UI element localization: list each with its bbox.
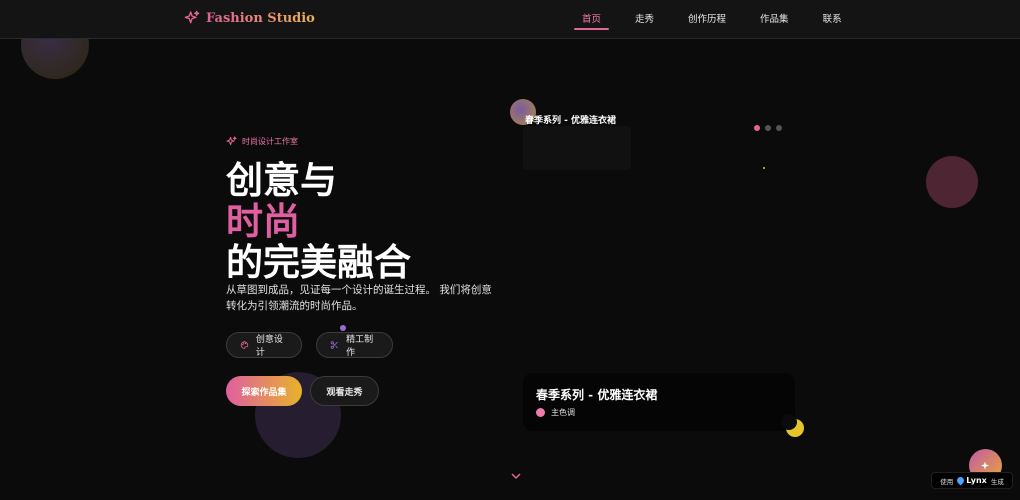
hero-title-line: 的完美融合 xyxy=(226,240,411,284)
nav-item-home[interactable]: 首页 xyxy=(570,0,613,39)
brand-logo[interactable]: Fashion Studio xyxy=(184,10,315,26)
lynx-logo: Lynx xyxy=(955,475,987,486)
hero-tagline: 时尚设计工作室 xyxy=(226,136,298,147)
hero-title-line: 创意与 xyxy=(226,158,337,202)
hero-title-highlight: 时尚 xyxy=(226,199,300,243)
feature-pill-craft[interactable]: 精工制作 xyxy=(316,332,393,358)
feature-label: 精工制作 xyxy=(346,335,374,358)
showcase-title: 春季系列 - 优雅连衣裙 xyxy=(536,388,658,402)
decorative-orb xyxy=(926,156,978,208)
image-placeholder xyxy=(523,126,631,170)
badge-suffix: 生成 xyxy=(990,477,1004,486)
watch-runway-button[interactable]: 观看走秀 xyxy=(310,376,379,406)
nav-item-portfolio[interactable]: 作品集 xyxy=(748,0,801,39)
decorative-dot xyxy=(340,325,346,331)
sparkle-icon xyxy=(980,461,989,469)
feature-label: 创意设计 xyxy=(255,335,283,358)
feature-pill-design[interactable]: 创意设计 xyxy=(226,332,302,358)
main-nav: 首页 走秀 创作历程 作品集 联系 xyxy=(570,0,864,39)
explore-portfolio-button[interactable]: 探索作品集 xyxy=(226,376,302,406)
sparkle-icon xyxy=(226,136,237,146)
decorative-moon xyxy=(781,414,804,437)
top-navbar: Fashion Studio 首页 走秀 创作历程 作品集 联系 xyxy=(0,0,1020,39)
carousel-dots xyxy=(754,125,782,131)
lynx-drop-icon xyxy=(955,475,966,486)
carousel-dot[interactable] xyxy=(754,125,760,131)
tagline-text: 时尚设计工作室 xyxy=(242,137,298,146)
nav-item-runway[interactable]: 走秀 xyxy=(623,0,666,39)
brand-name: Fashion Studio xyxy=(206,10,315,26)
carousel-dot[interactable] xyxy=(765,125,771,131)
page: Fashion Studio 首页 走秀 创作历程 作品集 联系 时尚设计工作室… xyxy=(0,0,1020,500)
color-label: 主色调 xyxy=(551,408,575,417)
showcase-info-panel: 春季系列 - 优雅连衣裙 主色调 xyxy=(523,373,795,431)
nav-item-journey[interactable]: 创作历程 xyxy=(676,0,738,39)
generated-by-badge[interactable]: 使用 Lynx 生成 xyxy=(931,472,1013,489)
hero-title: 创意与 时尚 的完美融合 xyxy=(226,160,411,283)
sparkle-icon xyxy=(184,10,200,24)
palette-icon xyxy=(240,341,249,349)
color-row: 主色调 xyxy=(536,407,575,418)
scissors-icon xyxy=(330,341,338,349)
badge-brand: Lynx xyxy=(966,476,987,485)
hero-description: 从草图到成品，见证每一个设计的诞生过程。 我们将创意转化为引领潮流的时尚作品。 xyxy=(226,284,492,312)
badge-prefix: 使用 xyxy=(940,477,954,486)
carousel-dot[interactable] xyxy=(776,125,782,131)
chevron-down-icon[interactable] xyxy=(511,472,521,480)
showcase-label: 春季系列 - 优雅连衣裙 xyxy=(525,116,617,126)
decorative-dot xyxy=(763,167,765,169)
color-swatch xyxy=(536,408,545,417)
nav-item-contact[interactable]: 联系 xyxy=(811,0,854,39)
